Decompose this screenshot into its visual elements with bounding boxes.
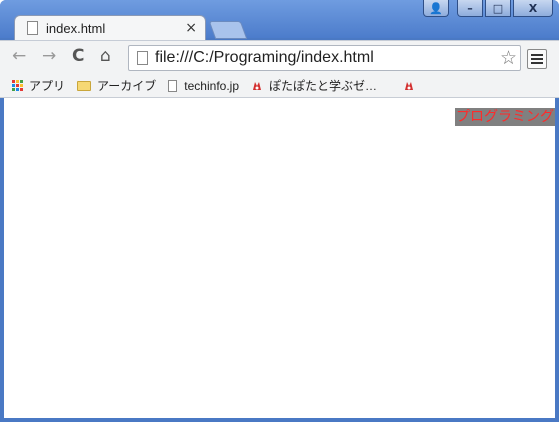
bookmark-techinfo[interactable]: techinfo.jp <box>168 79 239 93</box>
page-icon <box>168 79 178 92</box>
menu-icon[interactable] <box>527 49 547 69</box>
page-icon <box>137 51 148 65</box>
reload-icon[interactable]: C <box>72 46 84 66</box>
bookmark-label: アーカイブ <box>97 79 157 93</box>
ponta-icon <box>253 81 261 90</box>
url-text[interactable]: file:///C:/Programing/index.html <box>155 49 374 67</box>
minimize-button[interactable]: – <box>457 0 483 17</box>
window-controls: 👤 – □ X <box>423 0 553 17</box>
browser-window: 👤 – □ X index.html × ← → C ⌂ file:///C:/… <box>0 0 559 422</box>
home-icon[interactable]: ⌂ <box>100 46 111 66</box>
page-content: プログラミング <box>4 98 555 418</box>
bookmark-ponta[interactable] <box>403 80 421 92</box>
maximize-button[interactable]: □ <box>485 0 511 17</box>
bookmark-potapota[interactable]: ぽたぽたと学ぶゼ… <box>251 77 377 94</box>
forward-icon[interactable]: → <box>42 46 56 66</box>
bookmark-label: techinfo.jp <box>184 78 239 93</box>
ponta-icon <box>405 81 414 90</box>
bookmark-star-icon[interactable]: ☆ <box>500 47 517 69</box>
user-icon[interactable]: 👤 <box>423 0 449 17</box>
new-tab-button[interactable] <box>208 21 248 39</box>
folder-icon <box>77 80 92 91</box>
back-icon[interactable]: ← <box>12 46 26 66</box>
tab-index[interactable]: index.html × <box>14 15 206 40</box>
bookmarks-bar: アプリ アーカイブ techinfo.jp ぽたぽたと学ぶゼ… <box>0 74 559 98</box>
tab-title: index.html <box>46 20 106 36</box>
toolbar: ← → C ⌂ file:///C:/Programing/index.html… <box>0 40 559 74</box>
address-bar[interactable]: file:///C:/Programing/index.html ☆ <box>128 45 521 71</box>
document-icon <box>27 21 38 35</box>
bookmark-label: ぽたぽたと学ぶゼ… <box>269 79 378 93</box>
close-button[interactable]: X <box>513 0 553 17</box>
bookmark-apps[interactable]: アプリ <box>12 77 65 94</box>
bookmark-archive[interactable]: アーカイブ <box>77 77 156 94</box>
tab-close-icon[interactable]: × <box>185 20 197 36</box>
page-heading: プログラミング <box>455 108 555 126</box>
apps-grid-icon <box>12 80 23 91</box>
bookmark-label: アプリ <box>29 79 66 93</box>
